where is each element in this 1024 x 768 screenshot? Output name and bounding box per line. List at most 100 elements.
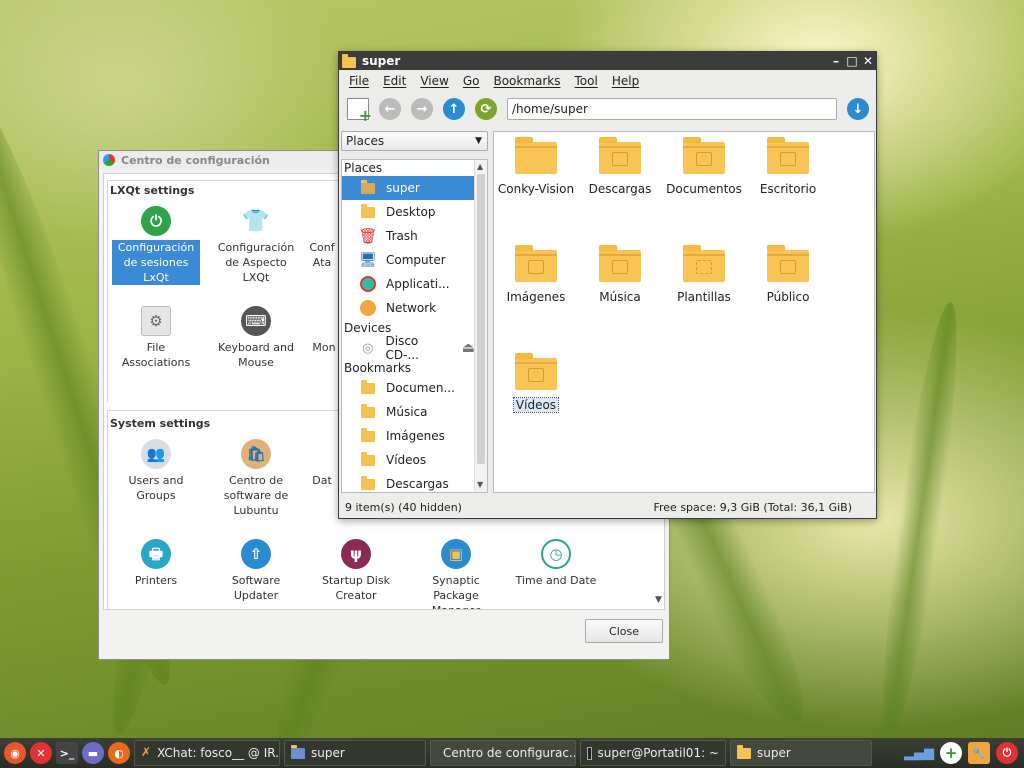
new-window-button[interactable]	[347, 98, 372, 125]
side-scrollbar[interactable]: ▲ ▼	[474, 160, 487, 492]
side-pane-mode-select[interactable]: Places ▼	[341, 131, 488, 151]
applications-icon	[358, 275, 378, 293]
menu-help[interactable]: Help	[612, 74, 639, 88]
wrench-icon[interactable]: 🔧	[968, 742, 990, 764]
printer-icon: 🖶	[141, 539, 171, 569]
bookmark-item-imagenes[interactable]: Imágenes	[342, 424, 475, 448]
place-item-super[interactable]: super	[342, 176, 475, 200]
task-config-center[interactable]: Centro de configurac...	[430, 740, 576, 766]
menu-view[interactable]: View	[420, 74, 448, 88]
place-item-computer[interactable]: 🖥 Computer	[342, 248, 475, 272]
add-icon[interactable]: +	[940, 742, 962, 764]
folder-item[interactable]: Plantillas	[664, 245, 744, 304]
folder-icon	[291, 744, 305, 759]
clock-icon: ◷	[541, 539, 571, 569]
status-free-space: Free space: 9,3 GiB (Total: 36,1 GiB)	[653, 500, 852, 514]
menu-tool[interactable]: Tool	[575, 74, 598, 88]
bookmark-item-descargas[interactable]: Descargas	[342, 472, 475, 492]
eject-icon[interactable]: ⏏	[462, 340, 475, 356]
bookmark-item-videos[interactable]: Vídeos	[342, 448, 475, 472]
folder-icon	[358, 451, 378, 469]
terminal-launcher-icon[interactable]: >_	[56, 742, 78, 764]
task-xchat[interactable]: ✗ XChat: fosco__ @ IR...	[134, 740, 280, 766]
menu-go[interactable]: Go	[463, 74, 480, 88]
config-item-startup-disk[interactable]: ψ Startup Disk Creator	[312, 539, 400, 603]
places-list: Places super Desktop 🗑 Trash 🖥 Computer …	[341, 159, 488, 493]
config-item-keyboard-mouse[interactable]: ⌨ Keyboard and Mouse	[212, 306, 300, 370]
system-tray: ▂▄▆ + 🔧 ⏻	[904, 742, 1024, 764]
config-center-icon	[103, 154, 115, 166]
firefox-icon[interactable]: ◐	[108, 742, 130, 764]
folder-item[interactable]: Documentos	[664, 137, 744, 196]
power-off-icon[interactable]: ⏻	[996, 742, 1018, 764]
folder-icon	[737, 744, 751, 759]
task-file-manager-2[interactable]: super	[730, 740, 872, 766]
close-icon[interactable]: ✕	[860, 53, 876, 69]
logout-icon[interactable]: ✕	[30, 742, 52, 764]
network-signal-icon[interactable]: ▂▄▆	[904, 746, 934, 761]
config-item-software-updater[interactable]: ⇧ Software Updater	[212, 539, 300, 603]
scroll-up-icon[interactable]: ▲	[477, 162, 483, 171]
system-group-title: System settings	[110, 417, 211, 430]
config-title: Centro de configuración	[121, 153, 270, 167]
folder-item[interactable]: Conky-Vision	[496, 137, 576, 196]
file-manager-window: super – □ ✕ File Edit View Go Bookmarks …	[338, 51, 877, 519]
xchat-icon: ✗	[141, 745, 152, 759]
config-item-atajos[interactable]: Conf Ata	[302, 206, 342, 270]
folder-item[interactable]: Público	[748, 245, 828, 304]
side-pane: Places ▼ Places super Desktop 🗑 Trash 🖥 …	[341, 131, 489, 493]
back-button[interactable]: ←	[379, 98, 401, 120]
config-scroll-down[interactable]: ▼	[655, 595, 665, 605]
monitor-icon	[309, 306, 339, 336]
config-item-users-groups[interactable]: 👥 Users and Groups	[112, 439, 200, 503]
computer-icon: 🖥	[359, 252, 377, 268]
path-input[interactable]	[507, 98, 837, 120]
places-header: Places	[344, 161, 383, 175]
bookmark-item-documentos[interactable]: Documen...	[342, 376, 475, 400]
menu-file[interactable]: File	[349, 74, 369, 88]
reload-button[interactable]: ⟳	[475, 98, 497, 120]
place-item-network[interactable]: Network	[342, 296, 475, 320]
menu-edit[interactable]: Edit	[383, 74, 406, 88]
bookmark-item-musica[interactable]: Música	[342, 400, 475, 424]
maximize-icon[interactable]: □	[844, 53, 860, 69]
place-item-trash[interactable]: 🗑 Trash	[342, 224, 475, 248]
config-item-time-date[interactable]: ◷ Time and Date	[512, 539, 600, 588]
close-button[interactable]: Close	[585, 619, 663, 643]
config-item-aspecto[interactable]: 👕 Configuración de Aspecto LXQt	[212, 206, 300, 285]
fm-menubar: File Edit View Go Bookmarks Tool Help	[339, 70, 876, 92]
chevron-down-icon: ▼	[475, 136, 482, 146]
place-item-desktop[interactable]: Desktop	[342, 200, 475, 224]
file-view: Conky-Vision Descargas Documentos Escrit…	[493, 131, 875, 493]
folder-item[interactable]: Imágenes	[496, 245, 576, 304]
task-file-manager-1[interactable]: super	[284, 740, 426, 766]
file-manager-launcher-icon[interactable]: ▬	[82, 742, 104, 764]
minimize-icon[interactable]: –	[828, 53, 844, 69]
config-item-file-associations[interactable]: ⚙ File Associations	[112, 306, 200, 370]
place-item-applications[interactable]: Applicati...	[342, 272, 475, 296]
forward-button[interactable]: →	[411, 98, 433, 120]
scroll-down-icon[interactable]: ▼	[477, 480, 483, 489]
power-icon: ⏻	[141, 206, 171, 236]
shirt-icon: 👕	[242, 208, 270, 234]
go-button[interactable]: ↓	[847, 98, 869, 120]
fm-titlebar[interactable]: super – □ ✕	[339, 52, 876, 70]
folder-item[interactable]: Vídeos	[496, 353, 576, 413]
up-button[interactable]: ↑	[443, 98, 465, 120]
folder-item[interactable]: Escritorio	[748, 137, 828, 196]
start-menu-icon[interactable]: ◉	[4, 742, 26, 764]
folder-item[interactable]: Descargas	[580, 137, 660, 196]
config-item-date[interactable]: Dat	[302, 439, 342, 488]
config-item-sesiones[interactable]: ⏻ Configuración de sesiones LxQt	[112, 206, 200, 285]
menu-bookmarks[interactable]: Bookmarks	[493, 74, 560, 88]
config-item-synaptic[interactable]: ▣ Synaptic Package Manager	[412, 539, 500, 609]
scroll-thumb[interactable]	[477, 174, 485, 464]
config-item-software-center[interactable]: 🛍 Centro de software de Lubuntu	[212, 439, 300, 518]
keyboard-shortcut-icon	[307, 206, 337, 236]
public-folder-icon	[767, 245, 809, 282]
task-terminal[interactable]: super@Portatil01: ~	[580, 740, 726, 766]
config-item-printers[interactable]: 🖶 Printers	[112, 539, 200, 588]
device-item-cd[interactable]: ◎ Disco CD-... ⏏	[342, 334, 475, 362]
folder-item[interactable]: Música	[580, 245, 660, 304]
software-bag-icon: 🛍	[241, 439, 271, 469]
